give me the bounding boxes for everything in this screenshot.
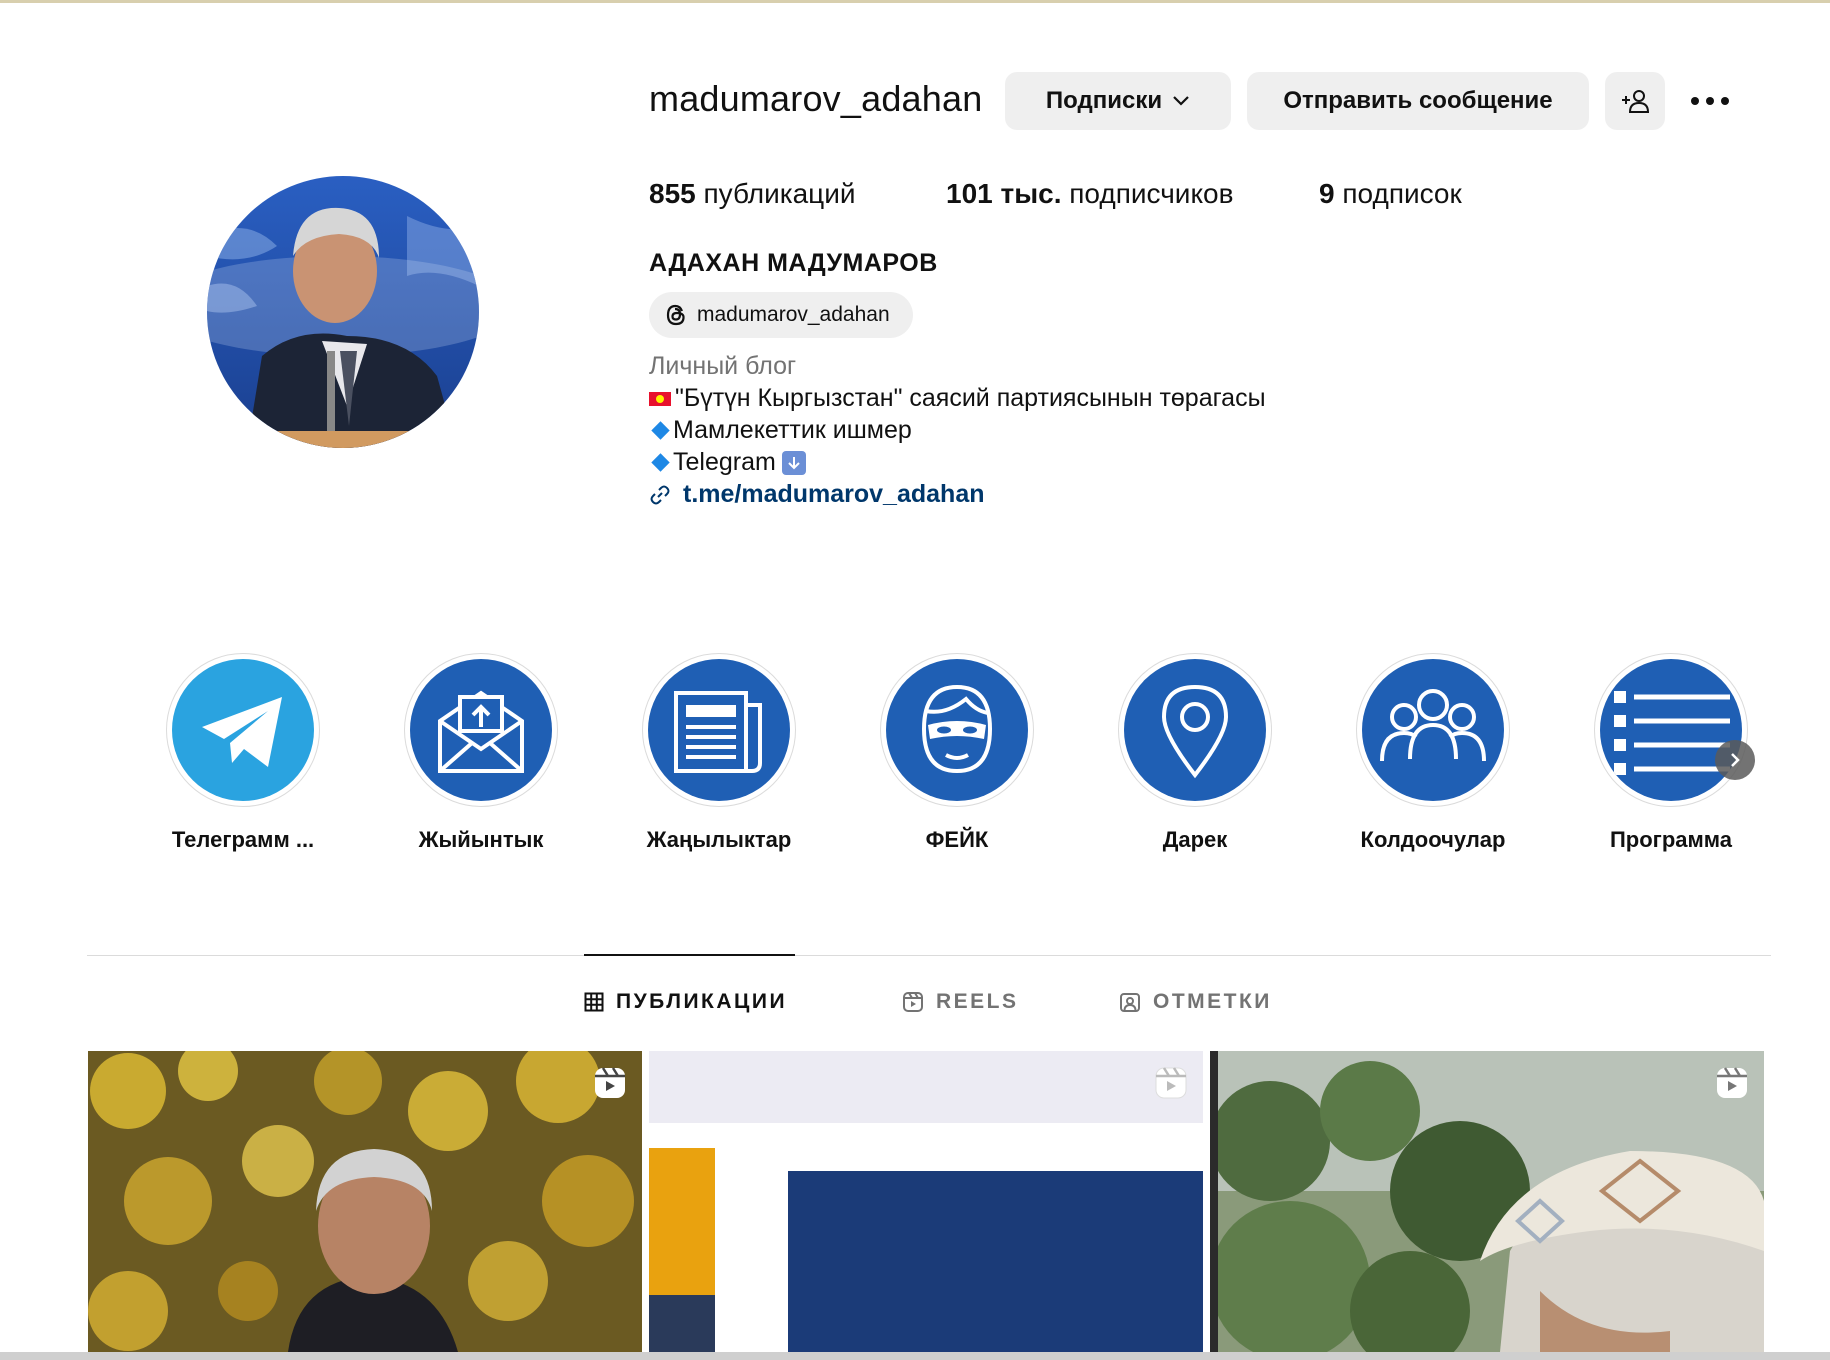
profile-username: madumarov_adahan (649, 78, 983, 119)
tab-posts[interactable]: ПУБЛИКАЦИИ (584, 990, 787, 1014)
grid-icon (584, 992, 604, 1012)
followers-label: подписчиков (1069, 178, 1234, 209)
bio-text-telegram: Telegram (673, 448, 776, 476)
tab-tagged-label: ОТМЕТКИ (1153, 990, 1272, 1013)
threads-icon (666, 304, 685, 326)
following-button-label: Подписки (1045, 87, 1163, 114)
tabs-divider (87, 955, 1771, 956)
highlight-label: Колдоочулар (1360, 827, 1506, 852)
profile-category: Личный блог (649, 352, 797, 380)
masked-face-icon (921, 684, 993, 774)
link-icon (650, 485, 670, 504)
send-message-button[interactable]: Отправить сообщение (1247, 72, 1589, 130)
threads-badge[interactable]: madumarov_adahan (649, 292, 913, 338)
followers-stat[interactable]: 101 тыс. подписчиков (946, 178, 1233, 210)
kyrgyzstan-flag-icon (649, 391, 671, 406)
location-pin-icon (1161, 684, 1229, 779)
tab-posts-label: ПУБЛИКАЦИИ (616, 990, 788, 1013)
highlight-summary[interactable]: Жыйынтык (404, 653, 558, 852)
following-dropdown-button[interactable]: Подписки (1005, 72, 1231, 130)
posts-label: публикаций (703, 178, 856, 209)
more-options-button[interactable] (1685, 84, 1735, 118)
message-button-label: Отправить сообщение (1283, 87, 1553, 114)
highlight-address[interactable]: Дарек (1118, 653, 1272, 852)
highlight-news[interactable]: Жаңылыктар (642, 653, 796, 852)
chevron-down-icon (1173, 96, 1189, 106)
bio-line-party: "Бүтүн Кыргызстан" саясий партиясынын тө… (649, 384, 1266, 413)
bio-line-statesman: Мамлекеттик ишмер (649, 416, 912, 445)
highlight-telegram[interactable]: Телеграмм ... (166, 653, 320, 852)
highlight-label: Жаңылыктар (646, 827, 792, 852)
reel-indicator-icon (592, 1065, 628, 1106)
post-thumbnail[interactable] (649, 1051, 1203, 1352)
avatar-photo (207, 176, 479, 448)
suggested-users-button[interactable] (1605, 72, 1665, 130)
bio-external-link[interactable]: t.me/madumarov_adahan (649, 480, 985, 509)
window-top-edge (0, 0, 1830, 3)
highlight-fake[interactable]: ФЕЙК (880, 653, 1034, 852)
chevron-right-icon (1731, 753, 1740, 767)
post-thumbnail[interactable] (1210, 1051, 1764, 1352)
group-icon (1380, 689, 1486, 762)
post-thumbnail[interactable] (88, 1051, 642, 1352)
tagged-icon (1120, 993, 1140, 1012)
highlight-label: Дарек (1162, 827, 1228, 852)
window-bottom-edge (0, 1352, 1830, 1360)
post-image (1210, 1051, 1764, 1352)
reel-indicator-icon (1153, 1065, 1189, 1106)
add-user-icon (1622, 90, 1650, 113)
bio-text-statesman: Мамлекеттик ишмер (673, 416, 912, 444)
highlight-label: Телеграмм ... (171, 827, 315, 852)
followers-count: 101 тыс. (946, 178, 1062, 209)
blue-diamond-icon (651, 453, 670, 472)
telegram-icon (202, 697, 282, 767)
more-dots-icon (1691, 97, 1729, 105)
following-stat[interactable]: 9 подписок (1319, 178, 1462, 210)
highlight-program[interactable]: Программа (1594, 653, 1748, 852)
tab-reels[interactable]: REELS (902, 990, 1019, 1014)
following-label: подписок (1342, 178, 1462, 209)
posts-count: 855 (649, 178, 696, 209)
posts-stat[interactable]: 855 публикаций (649, 178, 856, 210)
reel-indicator-icon (1714, 1065, 1750, 1106)
highlight-supporters[interactable]: Колдоочулар (1356, 653, 1510, 852)
profile-avatar[interactable] (207, 176, 479, 448)
newspaper-icon (674, 691, 762, 773)
bio-line-telegram: Telegram (649, 448, 806, 477)
threads-handle: madumarov_adahan (697, 303, 890, 326)
tab-tagged[interactable]: ОТМЕТКИ (1119, 990, 1272, 1014)
highlight-label: Программа (1609, 827, 1733, 852)
tab-reels-label: REELS (936, 990, 1019, 1013)
following-count: 9 (1319, 178, 1335, 209)
highlights-next-button[interactable] (1715, 740, 1755, 780)
active-tab-indicator (584, 954, 795, 956)
bio-text-party: "Бүтүн Кыргызстан" саясий партиясынын тө… (675, 384, 1266, 412)
highlight-label: ФЕЙК (925, 827, 989, 852)
post-image (649, 1051, 1203, 1352)
blue-diamond-icon (651, 421, 670, 440)
post-image (88, 1051, 642, 1352)
envelope-icon (438, 690, 524, 773)
highlight-label: Жыйынтык (418, 827, 544, 852)
bio-link-text: t.me/madumarov_adahan (683, 480, 985, 508)
reels-icon (903, 992, 923, 1012)
down-arrow-box-icon (781, 450, 806, 475)
list-icon (1614, 691, 1730, 775)
profile-full-name: АДАХАН МАДУМАРОВ (649, 249, 938, 277)
